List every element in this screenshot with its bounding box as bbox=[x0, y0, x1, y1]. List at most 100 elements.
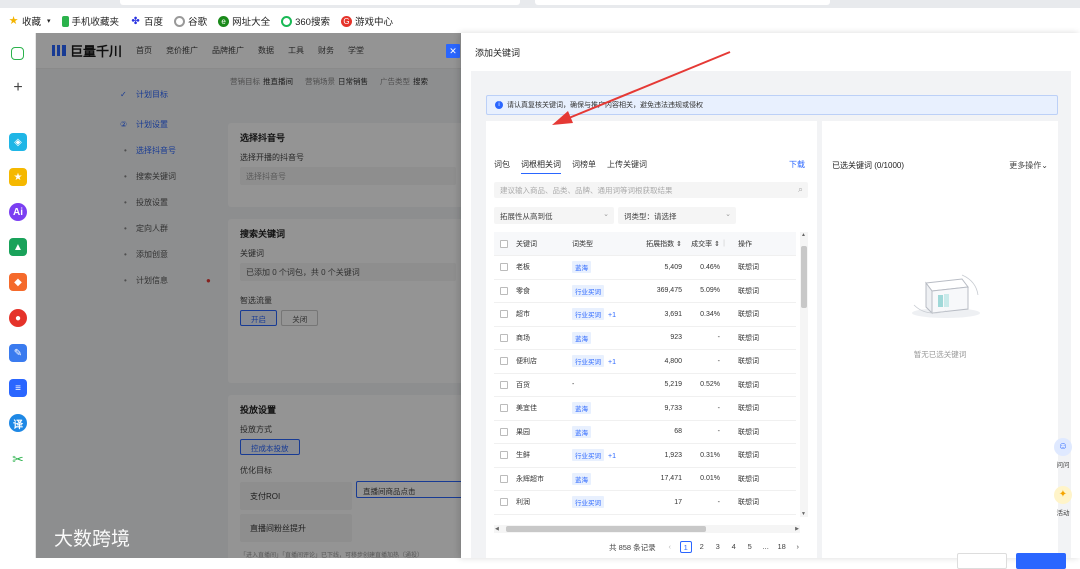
more-tags-count[interactable]: +1 bbox=[608, 453, 616, 460]
bookmark-mobile[interactable]: 手机收藏夹 bbox=[61, 14, 119, 28]
prev-page-icon[interactable]: ‹ bbox=[664, 541, 676, 553]
scroll-right-icon[interactable]: ▶ bbox=[795, 525, 799, 533]
related-words-link[interactable]: 联想词 bbox=[728, 333, 768, 343]
related-words-link[interactable]: 联想词 bbox=[728, 309, 768, 319]
col-rate[interactable]: 成交率 ⇕ bbox=[682, 239, 720, 249]
row-checkbox[interactable] bbox=[500, 333, 508, 342]
row-checkbox[interactable] bbox=[500, 310, 508, 319]
related-words-link[interactable]: 联想词 bbox=[728, 356, 768, 366]
table-row[interactable]: 超市 行业买词 +1 3,691 0.34% 联想词 bbox=[494, 303, 796, 327]
row-checkbox[interactable] bbox=[500, 427, 508, 436]
scroll-left-icon[interactable]: ◀ bbox=[495, 525, 499, 533]
bookmark-360[interactable]: 360搜索 bbox=[281, 14, 330, 28]
table-row[interactable]: 商场 蓝海 923 - 联想词 bbox=[494, 327, 796, 350]
note-ai-icon[interactable]: ≡ bbox=[9, 379, 27, 397]
sort-select[interactable]: 拓展性从高到低 ⌄ bbox=[494, 207, 614, 224]
close-drawer-button[interactable]: ✕ bbox=[446, 44, 460, 58]
related-words-link[interactable]: 联想词 bbox=[728, 427, 768, 437]
page-ellipsis[interactable]: ... bbox=[760, 541, 772, 553]
col-index[interactable]: 拓展指数 ⇕ bbox=[638, 239, 682, 249]
related-words-link[interactable]: 联想词 bbox=[728, 286, 768, 296]
related-words-link[interactable]: 联想词 bbox=[728, 380, 768, 390]
table-row[interactable]: 零食 行业买词 369,475 5.09% 联想词 bbox=[494, 280, 796, 303]
bookmark-games[interactable]: G 游戏中心 bbox=[340, 14, 393, 28]
keyword-type-cell: - bbox=[572, 381, 638, 388]
table-row[interactable]: 老板 蓝海 5,409 0.46% 联想词 bbox=[494, 256, 796, 280]
row-checkbox[interactable] bbox=[500, 286, 508, 295]
cancel-button[interactable] bbox=[957, 553, 1007, 569]
page-1[interactable]: 1 bbox=[679, 541, 692, 553]
row-checkbox[interactable] bbox=[500, 357, 508, 366]
page-4[interactable]: 4 bbox=[728, 541, 740, 553]
dropdown-icon[interactable]: ▾ bbox=[47, 17, 51, 25]
home-icon[interactable] bbox=[11, 47, 24, 60]
page-2[interactable]: 2 bbox=[696, 541, 708, 553]
row-checkbox[interactable] bbox=[500, 498, 508, 507]
table-row[interactable]: 百货 - 5,219 0.52% 联想词 bbox=[494, 374, 796, 397]
edit-ai-icon[interactable]: ✎ bbox=[9, 344, 27, 362]
keyword-search-input[interactable]: 建议输入商品、品类、品牌、通用词等词根获取结果 ⌕ bbox=[494, 182, 808, 198]
page-18[interactable]: 18 bbox=[776, 541, 788, 553]
row-checkbox[interactable] bbox=[500, 380, 508, 389]
select-all-checkbox[interactable] bbox=[500, 239, 508, 248]
scissors-icon[interactable]: ✂ bbox=[9, 450, 27, 468]
bookmark-favorites[interactable]: ★ 收藏 ▾ bbox=[8, 14, 51, 28]
confirm-button[interactable] bbox=[1016, 553, 1066, 569]
row-checkbox[interactable] bbox=[500, 263, 508, 272]
browser-tab[interactable] bbox=[535, 0, 830, 5]
table-vertical-scrollbar[interactable]: ▲ ▼ bbox=[800, 232, 808, 517]
related-words-link[interactable]: 联想词 bbox=[728, 403, 768, 413]
record-ai-icon[interactable]: ● bbox=[9, 309, 27, 327]
bookmark-url-hub[interactable]: e 网址大全 bbox=[218, 14, 270, 28]
keyword-text: 永辉超市 bbox=[516, 475, 544, 483]
page-5[interactable]: 5 bbox=[744, 541, 756, 553]
keyword-text: 美宜佳 bbox=[516, 405, 537, 413]
doc-ai-icon[interactable]: ◆ bbox=[9, 273, 27, 291]
more-tags-count[interactable]: +1 bbox=[608, 359, 616, 366]
scroll-up-icon[interactable]: ▲ bbox=[801, 232, 806, 238]
conversion-rate: 0.31% bbox=[700, 451, 720, 459]
more-actions-dropdown[interactable]: 更多操作⌄ bbox=[1009, 160, 1048, 171]
related-words-link[interactable]: 联想词 bbox=[728, 450, 768, 460]
keyword-type-tag: 行业买词 bbox=[572, 449, 604, 462]
table-row[interactable]: 便利店 行业买词 +1 4,800 - 联想词 bbox=[494, 350, 796, 374]
bookmark-google[interactable]: 谷歌 bbox=[174, 14, 207, 28]
tab-word-rank[interactable]: 词榜单 bbox=[572, 159, 596, 174]
bookmark-baidu[interactable]: ✤ 百度 bbox=[130, 14, 163, 29]
browser-tab[interactable] bbox=[120, 0, 520, 5]
search-icon[interactable]: ⌕ bbox=[798, 184, 803, 195]
row-checkbox[interactable] bbox=[500, 404, 508, 413]
tab-root-related[interactable]: 词根相关词 bbox=[521, 159, 561, 174]
ai-icon[interactable]: Ai bbox=[9, 203, 27, 221]
favorites-icon[interactable]: ★ bbox=[9, 168, 27, 186]
table-row[interactable]: 生鲜 行业买词 +1 1,923 0.31% 联想词 bbox=[494, 444, 796, 468]
table-row[interactable]: 利润 行业买词 17 - 联想词 bbox=[494, 491, 796, 515]
tab-upload[interactable]: 上传关键词 bbox=[607, 159, 647, 174]
chevron-down-icon: ⌄ bbox=[1041, 161, 1048, 170]
page-3[interactable]: 3 bbox=[712, 541, 724, 553]
activity-button[interactable]: ✦ 活动 bbox=[1052, 486, 1074, 517]
table-row[interactable]: 果园 蓝海 68 - 联想词 bbox=[494, 421, 796, 444]
table-row[interactable]: 美宜佳 蓝海 9,733 - 联想词 bbox=[494, 397, 796, 421]
next-page-icon[interactable]: › bbox=[792, 541, 804, 553]
related-words-link[interactable]: 联想词 bbox=[728, 262, 768, 272]
add-icon[interactable]: + bbox=[9, 79, 27, 97]
image-ai-icon[interactable]: ▲ bbox=[9, 238, 27, 256]
scrollbar-thumb[interactable] bbox=[801, 246, 807, 308]
tab-word-pack[interactable]: 词包 bbox=[494, 159, 510, 174]
scrollbar-thumb[interactable] bbox=[506, 526, 706, 532]
table-horizontal-scrollbar[interactable]: ◀ ▶ bbox=[494, 525, 800, 533]
type-select[interactable]: 词类型：请选择 ⌄ bbox=[618, 207, 736, 224]
modal-overlay[interactable] bbox=[36, 33, 461, 558]
ask-assistant-button[interactable]: ☺ 问问 bbox=[1052, 438, 1074, 469]
app-icon[interactable]: ◈ bbox=[9, 133, 27, 151]
translate-icon[interactable]: 译 bbox=[9, 414, 27, 432]
scroll-down-icon[interactable]: ▼ bbox=[801, 511, 806, 517]
row-checkbox[interactable] bbox=[500, 474, 508, 483]
download-link[interactable]: 下载 bbox=[789, 159, 805, 170]
table-row[interactable]: 永辉超市 蓝海 17,471 0.01% 联想词 bbox=[494, 468, 796, 491]
related-words-link[interactable]: 联想词 bbox=[728, 474, 768, 484]
more-tags-count[interactable]: +1 bbox=[608, 312, 616, 319]
related-words-link[interactable]: 联想词 bbox=[728, 497, 768, 507]
row-checkbox[interactable] bbox=[500, 451, 508, 460]
